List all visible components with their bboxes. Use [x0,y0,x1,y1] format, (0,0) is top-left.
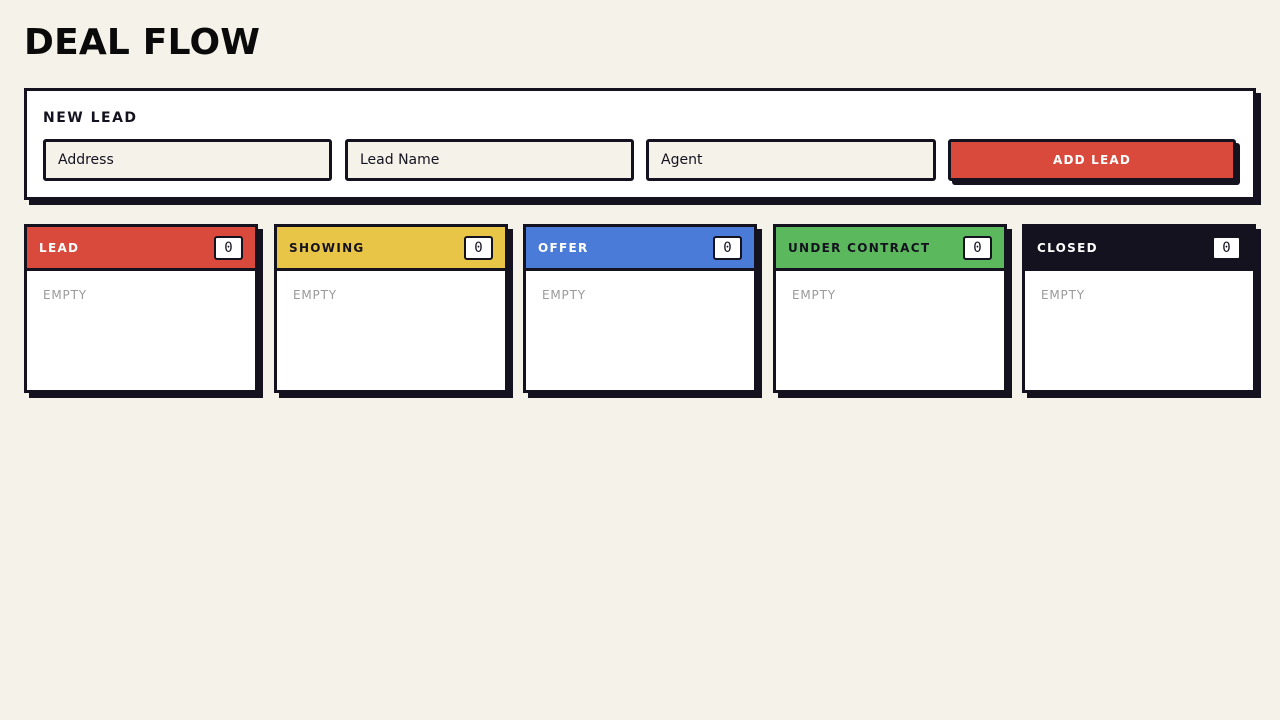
column-count-badge: 0 [963,235,992,260]
column-title: SHOWING [289,240,365,255]
column-closed[interactable]: CLOSED 0 EMPTY [1022,224,1256,393]
column-empty-state: EMPTY [1041,288,1085,302]
column-empty-state: EMPTY [293,288,337,302]
new-lead-heading: NEW LEAD [43,110,138,126]
agent-input[interactable] [646,139,936,181]
column-showing[interactable]: SHOWING 0 EMPTY [274,224,508,393]
column-lead[interactable]: LEAD 0 EMPTY [24,224,258,393]
column-offer[interactable]: OFFER 0 EMPTY [523,224,757,393]
column-header: CLOSED 0 [1025,227,1253,271]
column-empty-state: EMPTY [43,288,87,302]
column-count-badge: 0 [1212,235,1241,260]
address-input[interactable] [43,139,332,181]
column-header: UNDER CONTRACT 0 [776,227,1004,271]
pipeline-board: LEAD 0 EMPTY SHOWING 0 EMPTY OFFER 0 EMP… [24,224,1256,394]
column-title: CLOSED [1037,240,1098,255]
column-header: SHOWING 0 [277,227,505,271]
column-count-badge: 0 [464,235,493,260]
column-empty-state: EMPTY [792,288,836,302]
column-under-contract[interactable]: UNDER CONTRACT 0 EMPTY [773,224,1007,393]
page-title: DEAL FLOW [24,22,261,63]
column-count-badge: 0 [713,235,742,260]
column-empty-state: EMPTY [542,288,586,302]
column-header: LEAD 0 [27,227,255,271]
page: DEAL FLOW NEW LEAD ADD LEAD LEAD 0 EMPTY… [0,0,1280,720]
column-title: UNDER CONTRACT [788,240,931,255]
lead-name-input[interactable] [345,139,634,181]
column-title: OFFER [538,240,589,255]
column-count-badge: 0 [214,235,243,260]
add-lead-button[interactable]: ADD LEAD [948,139,1236,181]
column-header: OFFER 0 [526,227,754,271]
new-lead-panel: NEW LEAD ADD LEAD [24,88,1256,200]
column-title: LEAD [39,240,80,255]
